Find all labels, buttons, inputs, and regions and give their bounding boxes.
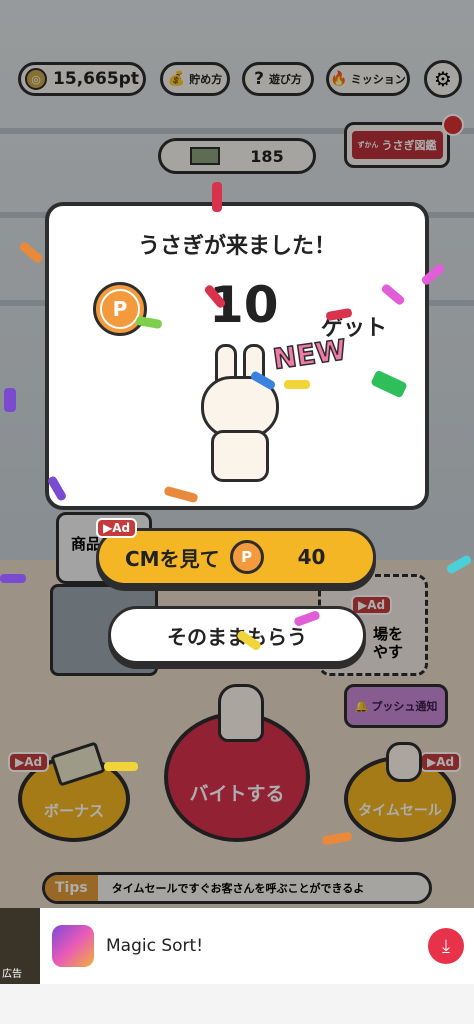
modal-title: うさぎが来ました！ xyxy=(137,234,336,259)
modal-overlay xyxy=(0,0,474,1024)
confetti-piece xyxy=(0,574,26,583)
ad-label: 広告 xyxy=(2,969,22,980)
download-icon: ⤓ xyxy=(442,935,450,957)
ad-tag: ▶Ad xyxy=(96,518,138,538)
confetti-piece xyxy=(212,182,222,212)
ad-title: Magic Sort! xyxy=(106,936,204,956)
watch-cm-amount: 40 xyxy=(297,545,326,569)
confetti-piece xyxy=(104,762,138,771)
point-coin-icon: P xyxy=(229,540,264,574)
confetti-piece xyxy=(4,388,16,412)
new-badge: NEW xyxy=(270,332,349,376)
rabbit-character xyxy=(199,344,281,484)
ad-thumbnail: 広告 xyxy=(0,908,40,984)
watch-cm-button[interactable]: CMを見て P 40 xyxy=(96,528,376,586)
app-icon xyxy=(52,925,94,967)
watch-cm-label: CMを見て xyxy=(125,546,220,571)
reward-modal: うさぎが来ました！ P 10 ゲット NEW xyxy=(45,202,429,510)
point-coin-icon: P xyxy=(93,282,147,336)
download-button[interactable]: ⤓ xyxy=(428,928,464,964)
ad-banner[interactable]: 広告 Magic Sort! ⤓ xyxy=(0,908,474,984)
confetti-piece xyxy=(284,380,310,389)
bottom-bar xyxy=(0,984,474,1024)
